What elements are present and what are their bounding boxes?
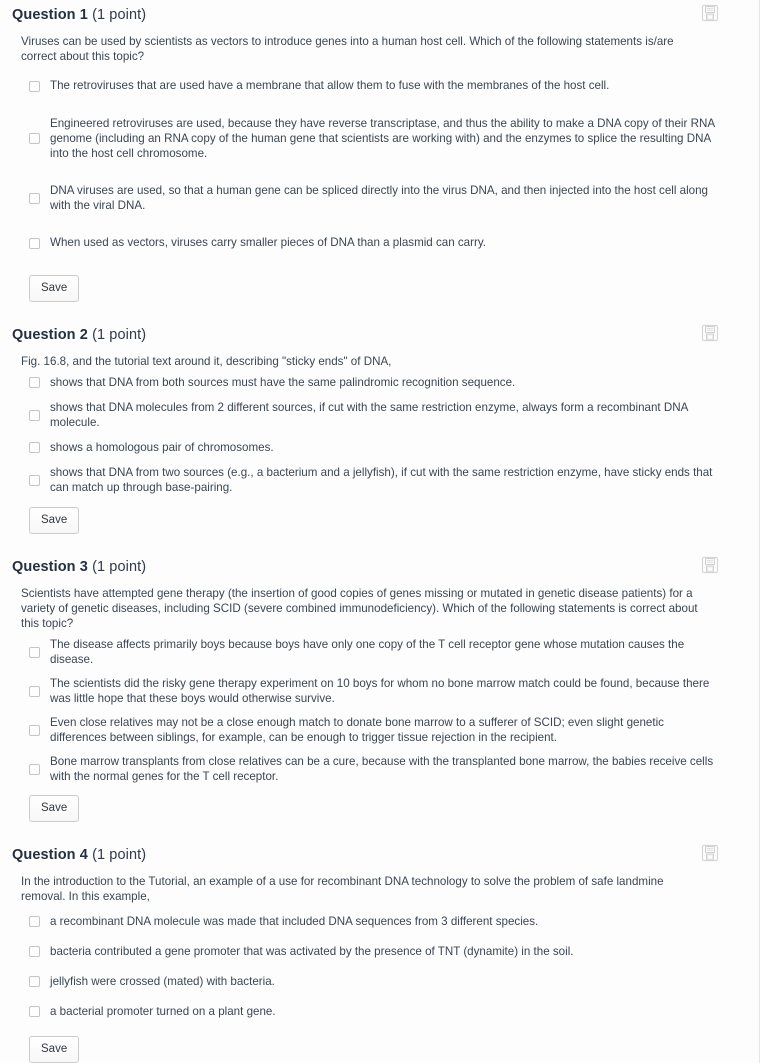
question-header-1: Question 1 (1 point) [10,0,741,26]
option-row[interactable]: shows that DNA from both sources must ha… [21,375,735,390]
checkbox-icon[interactable] [29,192,40,204]
question-block-2: Question 2 (1 point) Fig. 16.8, and the … [0,320,759,534]
option-label: shows a homologous pair of chromosomes. [50,441,274,454]
option-label: When used as vectors, viruses carry smal… [50,236,487,249]
option-label: shows that DNA from two sources (e.g., a… [50,466,713,494]
save-button[interactable]: Save [29,1036,80,1063]
option-row[interactable]: The disease affects primarily boys becau… [21,637,735,667]
question-number-3: Question 3 [12,559,88,575]
option-label: shows that DNA from both sources must ha… [50,376,516,389]
question-number-4: Question 4 [12,847,88,863]
question-header-4: Question 4 (1 point) [10,840,741,866]
checkbox-icon[interactable] [29,646,40,658]
option-row[interactable]: Even close relatives may not be a close … [21,715,735,745]
checkbox-icon[interactable] [29,1006,40,1017]
option-row[interactable]: Bone marrow transplants from close relat… [21,754,735,784]
option-label: Bone marrow transplants from close relat… [50,755,714,783]
question-prompt-1: Viruses can be used by scientists as vec… [21,35,674,63]
save-button[interactable]: Save [29,507,80,534]
question-points-4: (1 point) [92,847,147,863]
question-header-2: Question 2 (1 point) [10,320,741,346]
checkbox-icon[interactable] [29,685,40,697]
checkbox-icon[interactable] [29,946,40,957]
question-number-2: Question 2 [12,327,88,343]
options-list-4: a recombinant DNA molecule was made that… [10,914,741,1019]
checkbox-icon[interactable] [29,976,40,987]
floppy-disk-save-icon[interactable] [701,4,719,22]
option-label: DNA viruses are used, so that a human ge… [50,184,709,212]
option-label: jellyfish were crossed (mated) with bact… [50,975,275,988]
checkbox-icon[interactable] [29,474,40,486]
question-title-2: Question 2 (1 point) [12,326,146,344]
checkbox-icon[interactable] [29,442,40,453]
option-row[interactable]: When used as vectors, viruses carry smal… [21,235,735,251]
question-block-4: Question 4 (1 point) In the introduction… [0,840,759,1063]
option-label: The retroviruses that are used have a me… [50,79,610,92]
question-number-1: Question 1 [12,7,88,23]
question-title-4: Question 4 (1 point) [12,846,146,864]
option-row[interactable]: a bacterial promoter turned on a plant g… [21,1004,735,1019]
option-row[interactable]: shows that DNA molecules from 2 differen… [21,400,735,430]
options-list-2: shows that DNA from both sources must ha… [10,375,741,495]
question-points-2: (1 point) [92,327,147,343]
question-points-3: (1 point) [92,559,147,575]
option-row[interactable]: The retroviruses that are used have a me… [21,78,735,94]
question-prompt-2: Fig. 16.8, and the tutorial text around … [21,355,392,368]
checkbox-icon[interactable] [29,237,40,249]
save-button[interactable]: Save [29,795,80,822]
checkbox-icon[interactable] [29,763,40,775]
question-prompt-4: In the introduction to the Tutorial, an … [21,875,664,903]
floppy-disk-save-icon[interactable] [701,844,719,862]
checkbox-icon[interactable] [29,80,40,92]
option-label: The disease affects primarily boys becau… [50,638,685,666]
option-row[interactable]: jellyfish were crossed (mated) with bact… [21,974,735,989]
options-list-1: The retroviruses that are used have a me… [10,78,741,251]
question-points-1: (1 point) [92,7,147,23]
option-row[interactable]: DNA viruses are used, so that a human ge… [21,183,735,213]
checkbox-icon[interactable] [29,409,40,421]
option-row[interactable]: Engineered retroviruses are used, becaus… [21,116,735,161]
option-row[interactable]: The scientists did the risky gene therap… [21,676,735,706]
option-label: Engineered retroviruses are used, becaus… [50,117,715,160]
floppy-disk-save-icon[interactable] [701,556,719,574]
question-block-1: Question 1 (1 point) Viruses can be used… [0,0,759,302]
question-block-3: Question 3 (1 point) Scientists have att… [0,552,759,822]
option-row[interactable]: shows a homologous pair of chromosomes. [21,440,735,455]
option-label: shows that DNA molecules from 2 differen… [50,401,688,429]
floppy-disk-save-icon[interactable] [701,324,719,342]
option-label: bacteria contributed a gene promoter tha… [50,945,574,958]
options-list-3: The disease affects primarily boys becau… [10,637,741,784]
question-prompt-3: Scientists have attempted gene therapy (… [21,587,698,630]
option-label: a bacterial promoter turned on a plant g… [50,1005,276,1018]
option-label: Even close relatives may not be a close … [50,716,664,744]
save-button[interactable]: Save [29,275,80,302]
option-row[interactable]: bacteria contributed a gene promoter tha… [21,944,735,959]
checkbox-icon[interactable] [29,133,40,144]
option-label: a recombinant DNA molecule was made that… [50,915,539,928]
question-title-3: Question 3 (1 point) [12,558,146,576]
question-header-3: Question 3 (1 point) [10,552,741,578]
option-row[interactable]: shows that DNA from two sources (e.g., a… [21,465,735,495]
option-label: The scientists did the risky gene therap… [50,677,710,705]
option-row[interactable]: a recombinant DNA molecule was made that… [21,914,735,929]
checkbox-icon[interactable] [29,724,40,736]
checkbox-icon[interactable] [29,916,40,927]
question-title-1: Question 1 (1 point) [12,6,146,24]
checkbox-icon[interactable] [29,377,40,388]
quiz-page: Question 1 (1 point) Viruses can be used… [0,0,760,1063]
